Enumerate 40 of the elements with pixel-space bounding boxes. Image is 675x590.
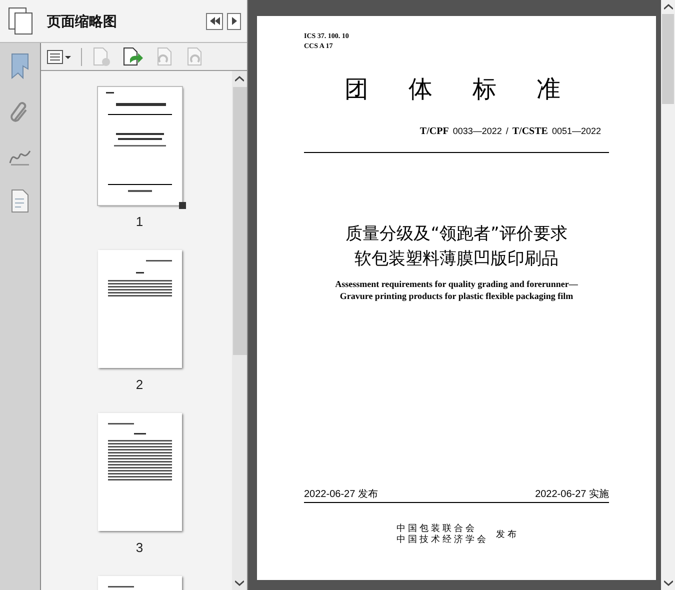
standard-code: 0033—2022: [452, 125, 502, 138]
page-thumbnail[interactable]: [98, 87, 182, 205]
page-thumbnail[interactable]: [98, 413, 182, 531]
document-title: 质量分级及“领跑者”评价要求: [346, 224, 568, 244]
collapse-button[interactable]: [206, 12, 223, 30]
scroll-up-icon[interactable]: [664, 4, 672, 10]
list-options-icon: [47, 50, 71, 64]
page-number: 3: [136, 541, 144, 554]
scroll-up-icon[interactable]: [235, 76, 244, 82]
pages-icon[interactable]: [8, 7, 34, 35]
expand-button[interactable]: [227, 12, 241, 30]
document-title: 软包装塑料薄膜凹版印刷品: [354, 249, 558, 269]
standard-code: T/CSTE: [512, 125, 548, 139]
publisher-name: 中 国 技 术 经 济 学 会: [396, 534, 486, 545]
standard-code: T/CPF: [420, 125, 449, 139]
panel-title: 页面缩略图: [47, 12, 117, 30]
scroll-down-icon[interactable]: [235, 580, 244, 586]
page-thumbnail[interactable]: [98, 250, 182, 368]
page-number: 2: [136, 378, 144, 391]
scroll-down-icon[interactable]: [664, 580, 672, 586]
scrollbar-thumb[interactable]: [662, 14, 674, 104]
right-arrow-icon: [232, 17, 236, 25]
implementation-date: 2022-06-27 实施: [535, 489, 609, 501]
scrollbar[interactable]: [232, 71, 247, 590]
scrollbar-thumb[interactable]: [232, 87, 246, 355]
publish-label: 发 布: [496, 528, 517, 540]
standard-code: /: [506, 125, 508, 138]
insert-page-icon[interactable]: [122, 46, 144, 66]
options-button[interactable]: [47, 50, 71, 64]
document-scrollbar[interactable]: [661, 0, 675, 590]
double-left-arrow-icon: [210, 17, 220, 25]
selection-handle-icon[interactable]: [178, 202, 186, 209]
publisher-name: 中 国 包 装 联 合 会: [396, 523, 476, 534]
standard-heading: 团 体 标 准: [344, 77, 568, 101]
english-title: Assessment requirements for quality grading and forerunner—: [335, 278, 578, 290]
standard-code: 0051—2022: [552, 125, 601, 138]
page-number: 1: [136, 215, 144, 228]
issue-date: 2022-06-27 发布: [304, 489, 378, 501]
document-icon[interactable]: [11, 189, 29, 213]
english-title: Gravure printing products for plastic flexible packaging film: [340, 290, 574, 302]
